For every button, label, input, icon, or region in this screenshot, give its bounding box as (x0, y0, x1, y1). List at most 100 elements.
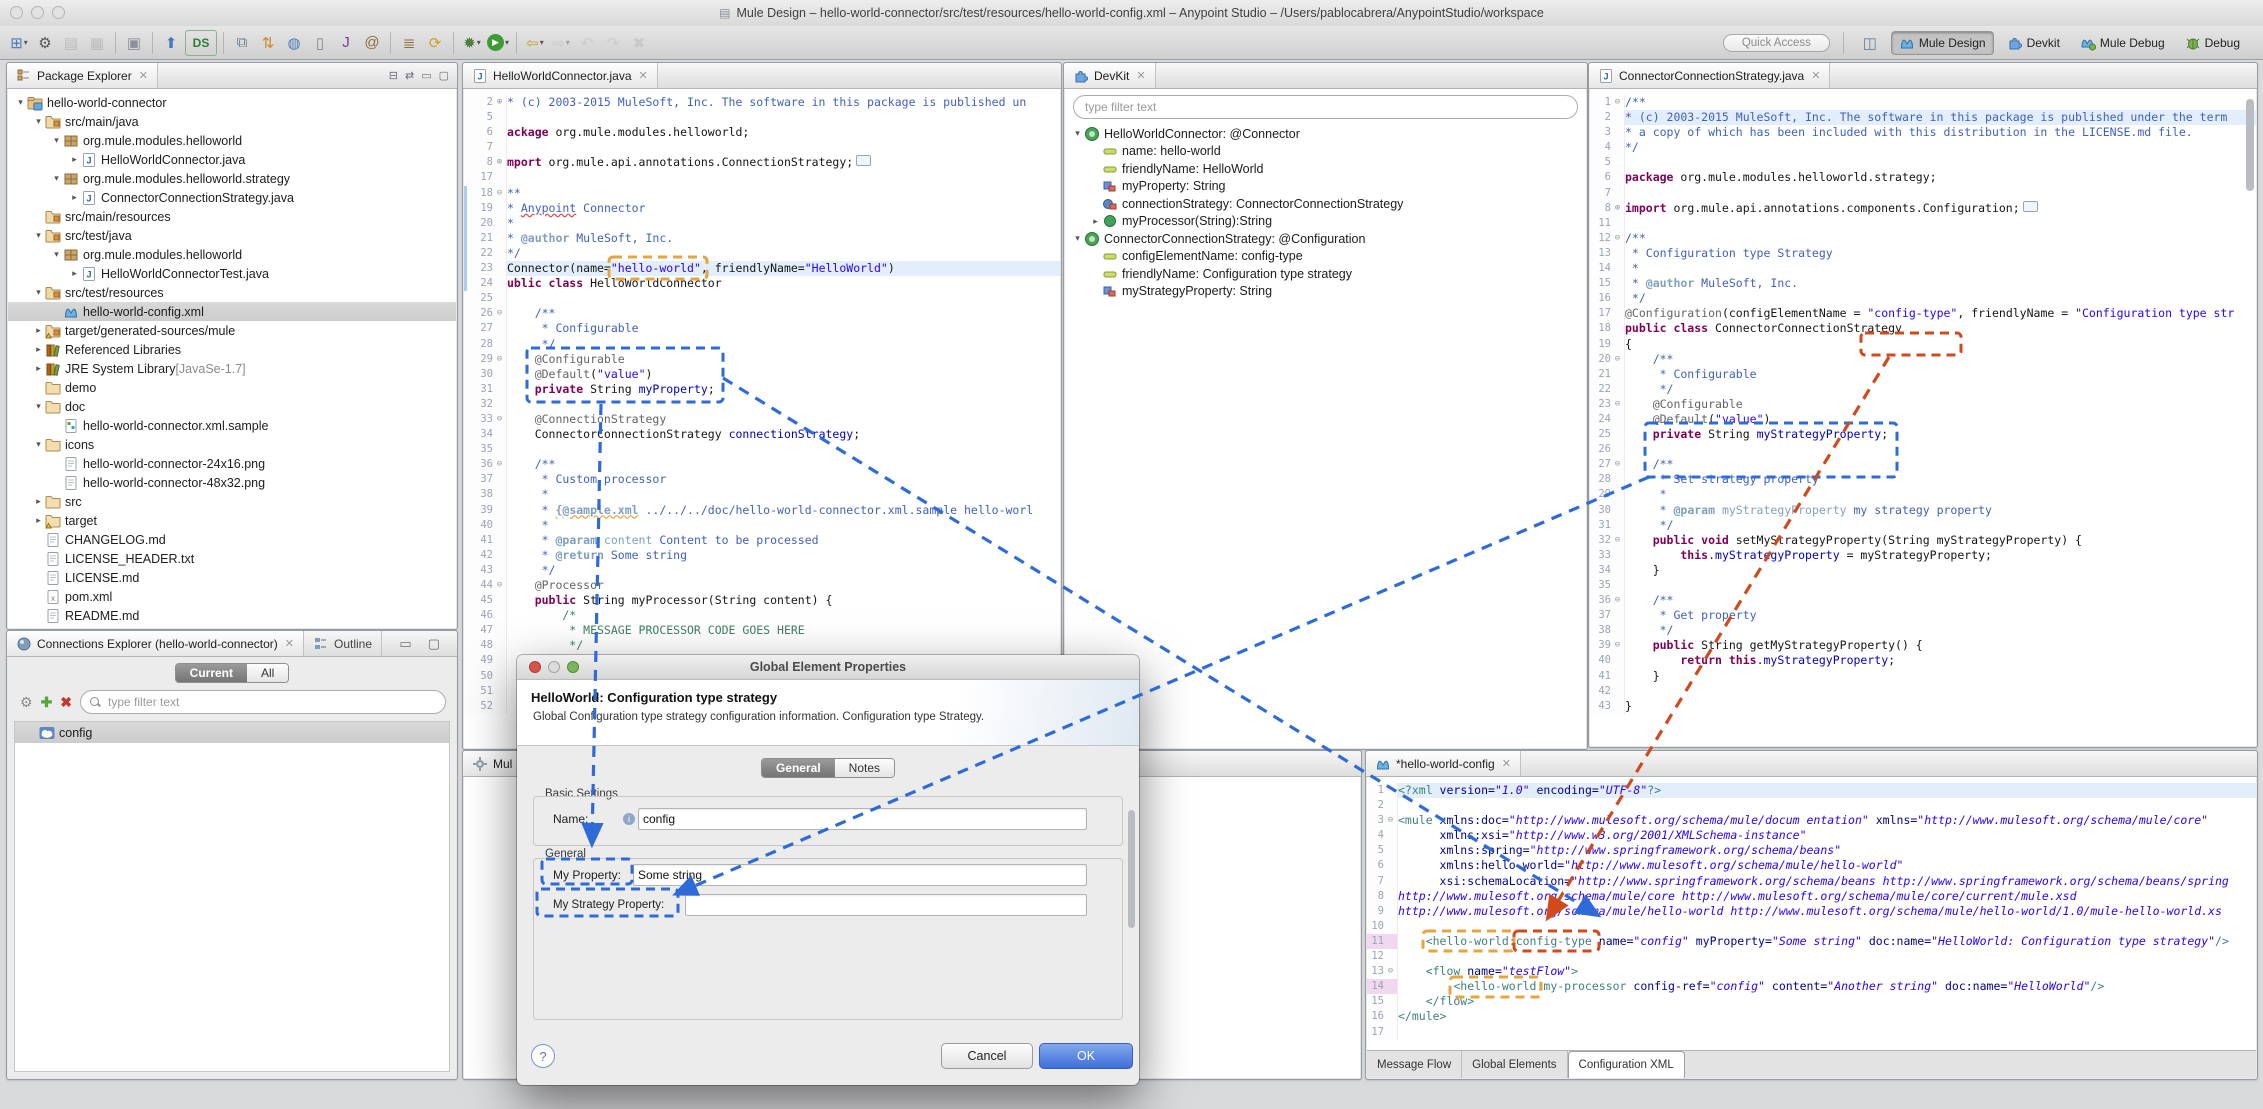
fold-collapse-icon[interactable]: ⊖ (1611, 95, 1624, 110)
code-line[interactable]: 28 * Set strategy property (1590, 472, 2256, 487)
tree-row[interactable]: ▾src/main/java (8, 112, 456, 131)
code-line[interactable]: 25 (464, 291, 1060, 306)
tree-row[interactable]: ▸JRE System Library [JavaSe-1.7] (8, 359, 456, 378)
code-line[interactable]: 1⊖/** (1590, 95, 2256, 110)
connections-filter-input[interactable] (106, 694, 436, 710)
tree-row[interactable]: ▸target/generated-sources/mule (8, 321, 456, 340)
ok-button[interactable]: OK (1039, 1043, 1133, 1069)
save-all-icon[interactable]: ▦ (85, 31, 109, 55)
tab-notes[interactable]: Notes (835, 759, 894, 777)
collapse-icon[interactable]: ▾ (50, 173, 63, 184)
code-line[interactable]: 19* Anypoint Connector (464, 201, 1060, 216)
tree-row[interactable]: ▾org.mule.modules.helloworld.strategy (8, 169, 456, 188)
mule-import-icon[interactable]: ⬆ (159, 31, 183, 55)
fold-collapse-icon[interactable]: ⊖ (493, 457, 506, 472)
fold-collapse-icon[interactable]: ⊖ (493, 578, 506, 593)
tab-mule-panel[interactable]: Mul (463, 751, 522, 776)
gear-icon[interactable]: ⚙ (20, 694, 33, 711)
code-line[interactable]: 23Connector(name="hello-world", friendly… (464, 261, 1060, 276)
bottom-tab-global-elements[interactable]: Global Elements (1462, 1051, 1567, 1078)
expand-icon[interactable]: ▸ (32, 363, 45, 374)
code-line[interactable]: 8⊕mport org.mule.api.annotations.Connect… (464, 155, 1060, 170)
collapse-icon[interactable]: ▾ (32, 116, 45, 127)
code-line[interactable]: 36⊖ /** (464, 457, 1060, 472)
expand-icon[interactable]: ▸ (32, 344, 45, 355)
code-line[interactable]: 6package org.mule.modules.helloworld.str… (1590, 170, 2256, 185)
collapse-icon[interactable]: ▾ (32, 439, 45, 450)
tree-row[interactable]: ▾org.mule.modules.helloworld (8, 131, 456, 150)
bottom-tab-message-flow[interactable]: Message Flow (1367, 1051, 1462, 1078)
code-line[interactable]: 16 */ (1590, 291, 2256, 306)
code-line[interactable]: 18public class ConnectorConnectionStrate… (1590, 321, 2256, 336)
code-line[interactable]: 39⊖ public String getMyStrategyProperty(… (1590, 638, 2256, 653)
code-line[interactable]: 1<?xml version="1.0" encoding="UTF-8"?> (1367, 783, 2256, 798)
tree-row[interactable]: hello-world-connector.xml.sample (8, 416, 456, 435)
code-line[interactable]: 21 * Configurable (1590, 367, 2256, 382)
forward-icon[interactable]: ⇨▾ (549, 31, 573, 55)
name-input[interactable] (638, 808, 1087, 830)
code-line[interactable]: 44⊖ @Processor (464, 578, 1060, 593)
code-line[interactable]: 20⊖ /** (1590, 352, 2256, 367)
code-line[interactable]: 48 */ (464, 638, 1060, 653)
minimize-icon[interactable]: ▭ (421, 69, 431, 82)
code-line[interactable]: 37 * Get property (1590, 608, 2256, 623)
tree-row[interactable]: ▸target (8, 511, 456, 530)
code-line[interactable]: 3⊖<mule xmlns:doc="http://www.mulesoft.o… (1367, 813, 2256, 828)
code-line[interactable]: 18⊖** (464, 186, 1060, 201)
fold-expand-icon[interactable]: ⊕ (1611, 201, 1624, 216)
dialog-zoom-button[interactable] (567, 661, 579, 673)
fold-expand-icon[interactable]: ⊕ (493, 155, 506, 170)
tree-row[interactable]: myProperty: String (1065, 178, 1586, 196)
save-icon[interactable]: ▤ (59, 31, 83, 55)
tree-row[interactable]: demo (8, 378, 456, 397)
code-line[interactable]: 11 <hello-world:config-type name="config… (1367, 934, 2256, 949)
tree-row[interactable]: src/main/resources (8, 207, 456, 226)
tree-row[interactable]: hello-world-connector-24x16.png (8, 454, 456, 473)
scope-current-button[interactable]: Current (176, 664, 247, 682)
code-line[interactable]: 17 (464, 170, 1060, 185)
code-line[interactable]: 42 (1590, 684, 2256, 699)
tab-hello-world-config-xml[interactable]: *hello-world-config ✕ (1366, 751, 1521, 776)
code-line[interactable]: 27 * Configurable (464, 321, 1060, 336)
code-line[interactable]: 26⊖ /** (464, 306, 1060, 321)
code-line[interactable]: 35 (464, 442, 1060, 457)
code-line[interactable]: 46 /* (464, 608, 1060, 623)
code-line[interactable]: 30 * @param myStrategyProperty my strate… (1590, 503, 2256, 518)
tree-row[interactable]: xpom.xml (8, 587, 456, 606)
quick-access-button[interactable]: Quick Access (1723, 34, 1830, 52)
code-line[interactable]: 34 } (1590, 563, 2256, 578)
close-icon[interactable]: ✕ (285, 637, 294, 650)
code-line[interactable]: 5 xmlns:spring="http://www.springframewo… (1367, 843, 2256, 858)
code-line[interactable]: 3* a copy of which has been included wit… (1590, 125, 2256, 140)
minimize-window-button[interactable] (31, 6, 44, 19)
code-line[interactable]: 34 ConnectorConnectionStrategy connectio… (464, 427, 1060, 442)
sync-icon[interactable]: ⇅ (256, 31, 280, 55)
fold-expand-icon[interactable]: ⊕ (493, 95, 506, 110)
tab-connections-explorer[interactable]: Connections Explorer (hello-world-connec… (7, 631, 304, 656)
code-line[interactable]: 31 private String myProperty; (464, 382, 1060, 397)
code-line[interactable]: 25 private String myStrategyProperty; (1590, 427, 2256, 442)
collapse-icon[interactable]: ▾ (14, 97, 27, 108)
expand-icon[interactable]: ▸ (1089, 216, 1102, 227)
code-line[interactable]: 28 */ (464, 337, 1060, 352)
tree-row[interactable]: ▾icons (8, 435, 456, 454)
code-line[interactable]: 9http://www.mulesoft.org/schema/mule/hel… (1367, 904, 2256, 919)
zoom-window-button[interactable] (52, 6, 65, 19)
code-line[interactable]: 5 (1590, 155, 2256, 170)
link-with-editor-icon[interactable]: ⇄ (405, 69, 414, 82)
run-icon[interactable]: ▶▾ (486, 31, 510, 55)
close-icon[interactable]: ✕ (1811, 69, 1820, 82)
code-line[interactable]: 13 * Configuration type Strategy (1590, 246, 2256, 261)
tree-row[interactable]: name: hello-world (1065, 143, 1586, 161)
expand-icon[interactable]: ▸ (68, 154, 81, 165)
back-icon[interactable]: ⇦▾ (523, 31, 547, 55)
tab-connectorconnectionstrategy-java[interactable]: J ConnectorConnectionStrategy.java ✕ (1589, 63, 1830, 88)
expand-icon[interactable]: ▸ (32, 515, 45, 526)
code-line[interactable]: 2⊕* (c) 2003-2015 MuleSoft, Inc. The sof… (464, 95, 1060, 110)
code-line[interactable]: 26 (1590, 442, 2256, 457)
code-line[interactable]: 30 @Default("value") (464, 367, 1060, 382)
code-line[interactable]: 24 @Default("value") (1590, 412, 2256, 427)
help-button[interactable]: ? (531, 1044, 555, 1068)
fold-collapse-icon[interactable]: ⊖ (493, 352, 506, 367)
collapse-icon[interactable]: ▾ (32, 287, 45, 298)
